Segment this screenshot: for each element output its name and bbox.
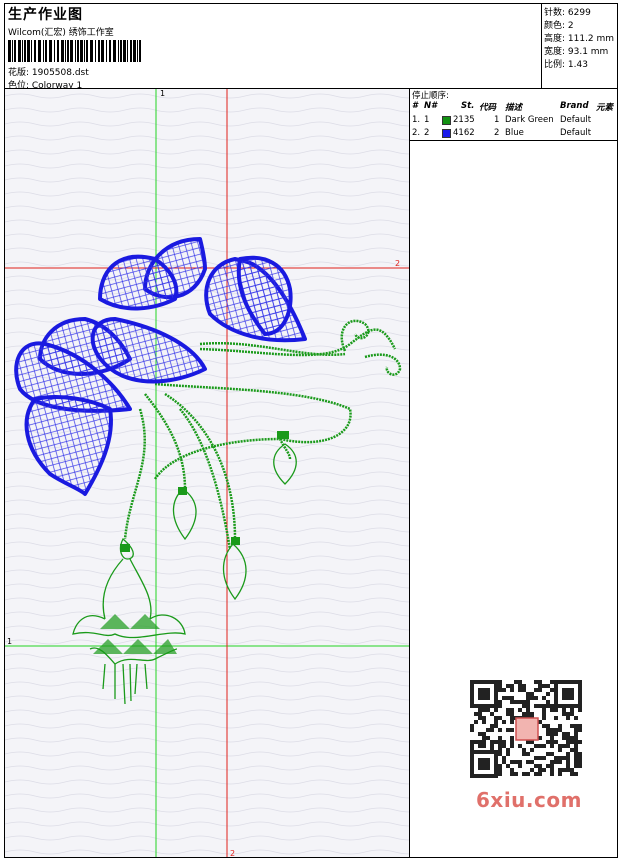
row-needle: 2 <box>424 128 430 138</box>
color-swatch <box>442 116 451 125</box>
design-stats: 针数: 6299 颜色: 2 高度: 111.2 mm 宽度: 93.1 mm … <box>542 3 618 89</box>
design-canvas: 1 1 2 2 <box>5 89 409 857</box>
col-brand: Brand <box>560 101 589 111</box>
guide-label-green-left: 1 <box>7 637 13 646</box>
table-row: 1. 1 2135 1 Dark Green Default <box>412 115 617 127</box>
row-stitches: 4162 <box>453 128 475 138</box>
col-n: N# <box>424 101 438 111</box>
design-width: 宽度: 93.1 mm <box>544 47 609 57</box>
row-needle: 1 <box>424 115 430 125</box>
header-info: 生产作业图 Wilcom(汇宏) 绣饰工作室 花版: 1905508.dst 色… <box>4 3 542 91</box>
col-element: 元素 <box>596 103 614 113</box>
guide-label-green-top: 1 <box>160 89 166 98</box>
stop-sequence-table: 停止顺序: # N# St. 代码 描述 Brand 元素 1. 1 2135 … <box>410 89 618 141</box>
row-brand: Default <box>560 128 592 138</box>
row-code: 1 <box>494 115 500 125</box>
col-st: St. <box>461 101 475 111</box>
design-filename: 花版: 1905508.dst <box>8 68 89 78</box>
col-hash: # <box>412 101 418 111</box>
stitch-count: 针数: 6299 <box>544 8 591 18</box>
color-count: 颜色: 2 <box>544 21 574 31</box>
guide-label-red-bottom: 2 <box>230 849 236 857</box>
guide-label-red-right: 2 <box>395 259 401 268</box>
col-desc: 描述 <box>505 103 523 113</box>
row-stitches: 2135 <box>453 115 475 125</box>
row-desc: Blue <box>505 128 524 138</box>
barcode <box>8 40 141 62</box>
row-desc: Dark Green <box>505 115 554 125</box>
design-scale: 比例: 1.43 <box>544 60 588 70</box>
row-code: 2 <box>494 128 500 138</box>
design-height: 高度: 111.2 mm <box>544 34 615 44</box>
qr-code <box>470 680 582 778</box>
stop-sequence-title: 停止顺序: <box>412 91 449 101</box>
watermark-logo: 6xiu.com <box>476 788 582 812</box>
embroidery-preview <box>5 89 409 857</box>
page-title: 生产作业图 <box>8 7 83 23</box>
col-code: 代码 <box>479 103 497 113</box>
row-index: 1. <box>412 115 421 125</box>
table-header: # N# St. 代码 描述 Brand 元素 <box>412 101 617 113</box>
row-brand: Default <box>560 115 592 125</box>
color-swatch <box>442 129 451 138</box>
company-name: Wilcom(汇宏) 绣饰工作室 <box>8 28 114 38</box>
row-index: 2. <box>412 128 421 138</box>
table-row: 2. 2 4162 2 Blue Default <box>412 128 617 140</box>
